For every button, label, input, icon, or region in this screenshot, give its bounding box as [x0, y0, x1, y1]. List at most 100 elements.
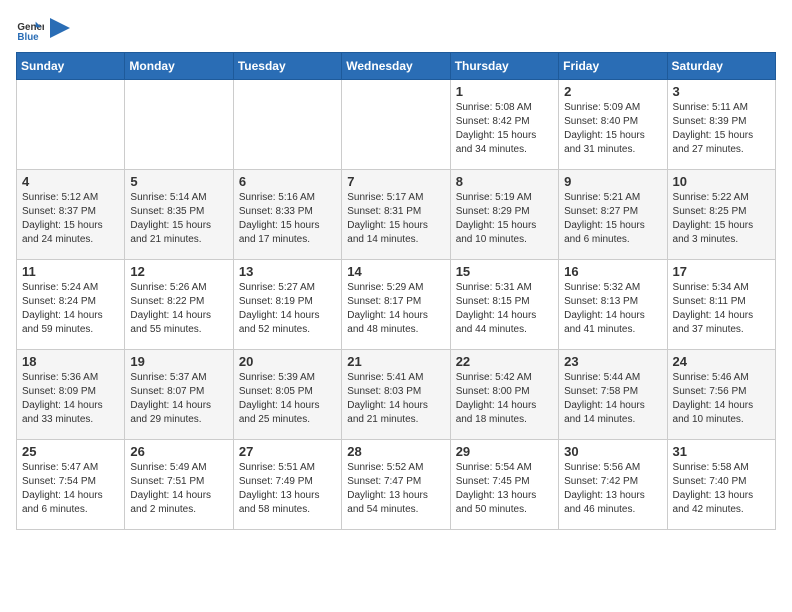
calendar-week-row: 25Sunrise: 5:47 AM Sunset: 7:54 PM Dayli…	[17, 440, 776, 530]
calendar-cell: 7Sunrise: 5:17 AM Sunset: 8:31 PM Daylig…	[342, 170, 450, 260]
calendar-cell: 25Sunrise: 5:47 AM Sunset: 7:54 PM Dayli…	[17, 440, 125, 530]
day-number: 29	[456, 444, 553, 459]
day-info: Sunrise: 5:26 AM Sunset: 8:22 PM Dayligh…	[130, 281, 227, 337]
calendar-cell: 24 Sunrise: 5:46 AM Sunset: 7:56 PM Dayli…	[667, 350, 775, 440]
calendar-table: SundayMondayTuesdayWednesdayThursdayFrid…	[16, 52, 776, 530]
calendar-day-header: Sunday	[17, 53, 125, 80]
calendar-week-row: 18Sunrise: 5:36 AM Sunset: 8:09 PM Dayli…	[17, 350, 776, 440]
day-number: 10	[673, 174, 770, 189]
calendar-cell: 8Sunrise: 5:19 AM Sunset: 8:29 PM Daylig…	[450, 170, 558, 260]
day-number: 14	[347, 264, 444, 279]
day-info: Sunrise: 5:08 AM Sunset: 8:42 PM Dayligh…	[456, 101, 553, 157]
day-info: Sunrise: 5:51 AM Sunset: 7:49 PM Dayligh…	[239, 461, 336, 517]
day-info: Sunrise: 5:58 AM Sunset: 7:40 PM Dayligh…	[673, 461, 770, 517]
day-info: Sunrise: 5:31 AM Sunset: 8:15 PM Dayligh…	[456, 281, 553, 337]
day-number: 3	[673, 84, 770, 99]
calendar-body: 1 Sunrise: 5:08 AM Sunset: 8:42 PM Daylig…	[17, 80, 776, 530]
calendar-cell: 11 Sunrise: 5:24 AM Sunset: 8:24 PM Dayli…	[17, 260, 125, 350]
day-info: Sunrise: 5:32 AM Sunset: 8:13 PM Dayligh…	[564, 281, 661, 337]
calendar-cell: 27Sunrise: 5:51 AM Sunset: 7:49 PM Dayli…	[233, 440, 341, 530]
calendar-cell: 14 Sunrise: 5:29 AM Sunset: 8:17 PM Dayli…	[342, 260, 450, 350]
calendar-cell: 5 Sunrise: 5:14 AM Sunset: 8:35 PM Daylig…	[125, 170, 233, 260]
calendar-cell: 19 Sunrise: 5:37 AM Sunset: 8:07 PM Dayli…	[125, 350, 233, 440]
day-info: Sunrise: 5:19 AM Sunset: 8:29 PM Dayligh…	[456, 191, 553, 247]
day-number: 6	[239, 174, 336, 189]
day-info: Sunrise: 5:37 AM Sunset: 8:07 PM Dayligh…	[130, 371, 227, 427]
logo-arrow-icon	[50, 18, 70, 38]
day-info: Sunrise: 5:49 AM Sunset: 7:51 PM Dayligh…	[130, 461, 227, 517]
day-info: Sunrise: 5:29 AM Sunset: 8:17 PM Dayligh…	[347, 281, 444, 337]
day-number: 16	[564, 264, 661, 279]
day-number: 9	[564, 174, 661, 189]
calendar-cell: 4 Sunrise: 5:12 AM Sunset: 8:37 PM Daylig…	[17, 170, 125, 260]
day-number: 30	[564, 444, 661, 459]
calendar-cell: 3Sunrise: 5:11 AM Sunset: 8:39 PM Daylig…	[667, 80, 775, 170]
logo: General Blue	[16, 16, 70, 44]
calendar-cell	[125, 80, 233, 170]
day-number: 26	[130, 444, 227, 459]
day-info: Sunrise: 5:41 AM Sunset: 8:03 PM Dayligh…	[347, 371, 444, 427]
calendar-week-row: 11 Sunrise: 5:24 AM Sunset: 8:24 PM Dayli…	[17, 260, 776, 350]
day-number: 11	[22, 264, 119, 279]
calendar-day-header: Saturday	[667, 53, 775, 80]
calendar-cell: 18Sunrise: 5:36 AM Sunset: 8:09 PM Dayli…	[17, 350, 125, 440]
day-number: 22	[456, 354, 553, 369]
day-number: 1	[456, 84, 553, 99]
day-info: Sunrise: 5:09 AM Sunset: 8:40 PM Dayligh…	[564, 101, 661, 157]
calendar-cell: 10 Sunrise: 5:22 AM Sunset: 8:25 PM Dayli…	[667, 170, 775, 260]
day-info: Sunrise: 5:52 AM Sunset: 7:47 PM Dayligh…	[347, 461, 444, 517]
calendar-day-header: Monday	[125, 53, 233, 80]
day-number: 12	[130, 264, 227, 279]
day-info: Sunrise: 5:47 AM Sunset: 7:54 PM Dayligh…	[22, 461, 119, 517]
day-info: Sunrise: 5:54 AM Sunset: 7:45 PM Dayligh…	[456, 461, 553, 517]
calendar-cell: 23Sunrise: 5:44 AM Sunset: 7:58 PM Dayli…	[559, 350, 667, 440]
day-info: Sunrise: 5:46 AM Sunset: 7:56 PM Dayligh…	[673, 371, 770, 427]
day-number: 20	[239, 354, 336, 369]
calendar-cell: 2 Sunrise: 5:09 AM Sunset: 8:40 PM Daylig…	[559, 80, 667, 170]
day-number: 2	[564, 84, 661, 99]
day-number: 28	[347, 444, 444, 459]
calendar-cell: 16 Sunrise: 5:32 AM Sunset: 8:13 PM Dayli…	[559, 260, 667, 350]
calendar-cell	[17, 80, 125, 170]
day-info: Sunrise: 5:34 AM Sunset: 8:11 PM Dayligh…	[673, 281, 770, 337]
calendar-cell: 28 Sunrise: 5:52 AM Sunset: 7:47 PM Dayli…	[342, 440, 450, 530]
calendar-day-header: Wednesday	[342, 53, 450, 80]
day-number: 18	[22, 354, 119, 369]
calendar-week-row: 4 Sunrise: 5:12 AM Sunset: 8:37 PM Daylig…	[17, 170, 776, 260]
day-info: Sunrise: 5:16 AM Sunset: 8:33 PM Dayligh…	[239, 191, 336, 247]
day-number: 19	[130, 354, 227, 369]
day-info: Sunrise: 5:12 AM Sunset: 8:37 PM Dayligh…	[22, 191, 119, 247]
page-header: General Blue	[16, 16, 776, 44]
calendar-cell	[342, 80, 450, 170]
calendar-cell: 15Sunrise: 5:31 AM Sunset: 8:15 PM Dayli…	[450, 260, 558, 350]
svg-text:Blue: Blue	[17, 32, 39, 43]
calendar-cell: 29 Sunrise: 5:54 AM Sunset: 7:45 PM Dayli…	[450, 440, 558, 530]
calendar-cell: 13Sunrise: 5:27 AM Sunset: 8:19 PM Dayli…	[233, 260, 341, 350]
day-info: Sunrise: 5:56 AM Sunset: 7:42 PM Dayligh…	[564, 461, 661, 517]
day-info: Sunrise: 5:22 AM Sunset: 8:25 PM Dayligh…	[673, 191, 770, 247]
calendar-header-row: SundayMondayTuesdayWednesdayThursdayFrid…	[17, 53, 776, 80]
day-number: 21	[347, 354, 444, 369]
day-number: 23	[564, 354, 661, 369]
day-number: 13	[239, 264, 336, 279]
calendar-cell: 20 Sunrise: 5:39 AM Sunset: 8:05 PM Dayli…	[233, 350, 341, 440]
calendar-cell: 30 Sunrise: 5:56 AM Sunset: 7:42 PM Dayli…	[559, 440, 667, 530]
calendar-cell: 22 Sunrise: 5:42 AM Sunset: 8:00 PM Dayli…	[450, 350, 558, 440]
day-info: Sunrise: 5:14 AM Sunset: 8:35 PM Dayligh…	[130, 191, 227, 247]
calendar-week-row: 1 Sunrise: 5:08 AM Sunset: 8:42 PM Daylig…	[17, 80, 776, 170]
calendar-day-header: Tuesday	[233, 53, 341, 80]
day-number: 17	[673, 264, 770, 279]
day-info: Sunrise: 5:24 AM Sunset: 8:24 PM Dayligh…	[22, 281, 119, 337]
day-number: 7	[347, 174, 444, 189]
calendar-cell: 1 Sunrise: 5:08 AM Sunset: 8:42 PM Daylig…	[450, 80, 558, 170]
calendar-cell: 17 Sunrise: 5:34 AM Sunset: 8:11 PM Dayli…	[667, 260, 775, 350]
day-info: Sunrise: 5:42 AM Sunset: 8:00 PM Dayligh…	[456, 371, 553, 427]
calendar-day-header: Thursday	[450, 53, 558, 80]
calendar-cell: 26 Sunrise: 5:49 AM Sunset: 7:51 PM Dayli…	[125, 440, 233, 530]
day-number: 4	[22, 174, 119, 189]
day-number: 24	[673, 354, 770, 369]
day-number: 5	[130, 174, 227, 189]
day-info: Sunrise: 5:39 AM Sunset: 8:05 PM Dayligh…	[239, 371, 336, 427]
calendar-cell: 21 Sunrise: 5:41 AM Sunset: 8:03 PM Dayli…	[342, 350, 450, 440]
calendar-cell: 12 Sunrise: 5:26 AM Sunset: 8:22 PM Dayli…	[125, 260, 233, 350]
